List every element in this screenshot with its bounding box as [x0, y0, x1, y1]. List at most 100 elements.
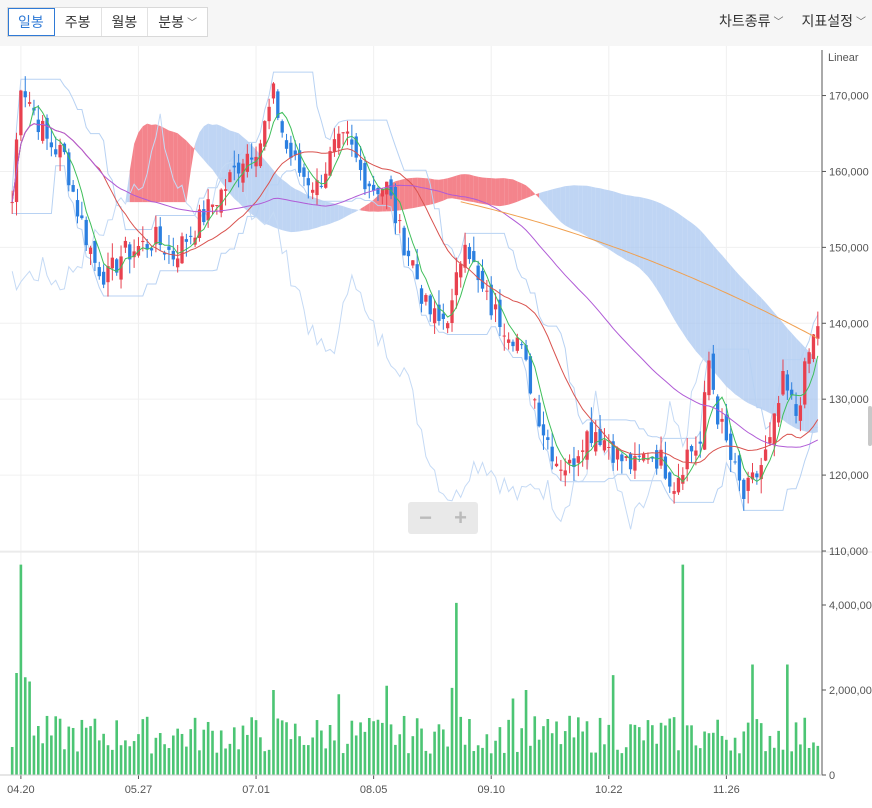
volume-bar: [254, 720, 258, 775]
cloud-bear-segment: [295, 188, 300, 232]
cloud-bear-segment: [299, 190, 304, 232]
volume-bar: [328, 724, 332, 775]
zoom-out-button[interactable]: −: [408, 502, 443, 534]
volume-bar: [507, 719, 510, 775]
volume-bar: [742, 731, 746, 775]
volume-bar: [67, 726, 71, 775]
volume-bar: [280, 720, 284, 775]
cloud-bull-segment: [151, 124, 156, 203]
candle-body: [676, 477, 681, 493]
price-tick-label: 140,000: [829, 318, 869, 330]
volume-bar: [611, 675, 615, 775]
candle-body: [419, 288, 424, 304]
volume-bar: [32, 735, 36, 775]
volume-bar: [672, 717, 676, 775]
volume-bar: [428, 753, 432, 775]
cloud-bull-segment: [160, 125, 165, 203]
cloud-bull-segment: [499, 178, 505, 207]
cloud-bear-segment: [303, 193, 309, 231]
volume-bar: [71, 727, 75, 775]
cloud-bear-segment: [765, 302, 770, 414]
candle-body: [554, 463, 559, 467]
volume-bar: [803, 717, 807, 775]
volume-bar: [115, 720, 118, 775]
stock-chart[interactable]: Linear 170,000 160,000 150,000 140,000 130,00…: [0, 46, 872, 803]
candle-body: [506, 339, 511, 343]
candle-body: [528, 356, 533, 394]
candle-body: [602, 440, 607, 451]
volume-bar: [725, 739, 728, 775]
volume-bar: [346, 743, 349, 775]
candle-body: [363, 163, 367, 190]
chart-canvas[interactable]: Linear 170,000 160,000 150,000 140,000 130,00…: [0, 46, 872, 803]
volume-bar: [76, 751, 79, 775]
cloud-bear-segment: [321, 200, 326, 227]
volume-bar: [180, 733, 184, 775]
volume-bar: [267, 749, 271, 775]
volume-bar: [398, 734, 402, 775]
cloud-bear-segment: [661, 203, 666, 304]
volume-bar: [307, 745, 310, 775]
candle-body: [71, 185, 75, 192]
price-tick-label: 110,000: [829, 546, 868, 558]
candle-body: [685, 449, 689, 470]
cloud-bear-segment: [556, 187, 561, 223]
volume-bar: [415, 718, 419, 775]
candle-body: [93, 240, 97, 263]
volume-bar: [54, 716, 58, 775]
period-monthly-button[interactable]: 월봉: [102, 8, 149, 36]
volume-bar: [420, 728, 423, 775]
candle-body: [97, 267, 101, 277]
cloud-bull-segment: [491, 178, 496, 206]
volume-bar: [50, 735, 53, 775]
volume-bar: [141, 719, 145, 775]
candle-body: [559, 469, 563, 471]
volume-bar: [219, 730, 223, 775]
volume-bar: [293, 723, 297, 775]
scale-label[interactable]: Linear: [828, 52, 859, 64]
volume-bar: [646, 720, 650, 775]
candle-body: [493, 304, 498, 310]
candle-body: [19, 90, 23, 136]
period-weekly-button[interactable]: 주봉: [55, 8, 102, 36]
candle-body: [803, 361, 807, 405]
volume-bar: [790, 751, 793, 775]
scroll-handle[interactable]: [868, 406, 872, 446]
zoom-in-button[interactable]: +: [443, 502, 478, 534]
volume-bar: [237, 749, 240, 775]
volume-bar: [738, 753, 741, 775]
volume-bar: [372, 721, 375, 775]
chart-type-dropdown[interactable]: 차트종류 ﹀: [719, 7, 784, 35]
cloud-bull-segment: [364, 203, 370, 212]
candle-body: [755, 473, 759, 478]
candle-body: [480, 270, 485, 289]
cloud-bear-segment: [608, 190, 614, 253]
candle-body: [707, 360, 711, 396]
volume-bar: [463, 744, 467, 775]
volume-bar: [455, 602, 458, 775]
cloud-bull-segment: [478, 176, 483, 204]
volume-bar: [494, 740, 497, 775]
cloud-bear-segment: [195, 132, 200, 155]
volume-bar: [585, 721, 589, 775]
volume-bar: [185, 746, 188, 775]
volume-bar: [659, 722, 663, 775]
cloud-bear-segment: [647, 198, 653, 283]
candle-body: [441, 313, 445, 320]
volume-bar: [172, 735, 175, 775]
volume-bar: [102, 733, 105, 775]
cloud-bear-segment: [216, 124, 222, 183]
volume-bar: [385, 685, 388, 775]
volume-bar: [533, 716, 537, 775]
period-minute-dropdown[interactable]: 분봉 ﹀: [148, 8, 207, 36]
period-daily-button[interactable]: 일봉: [8, 8, 55, 36]
cloud-bear-segment: [669, 208, 675, 320]
cloud-bull-segment: [430, 178, 435, 205]
candle-body: [88, 247, 93, 254]
candle-body: [541, 424, 546, 436]
candle-body: [668, 472, 672, 487]
indicator-settings-dropdown[interactable]: 지표설정 ﹀: [801, 7, 866, 35]
volume-bar: [668, 718, 672, 775]
volume-bar: [559, 744, 563, 775]
cloud-bull-segment: [138, 126, 143, 203]
